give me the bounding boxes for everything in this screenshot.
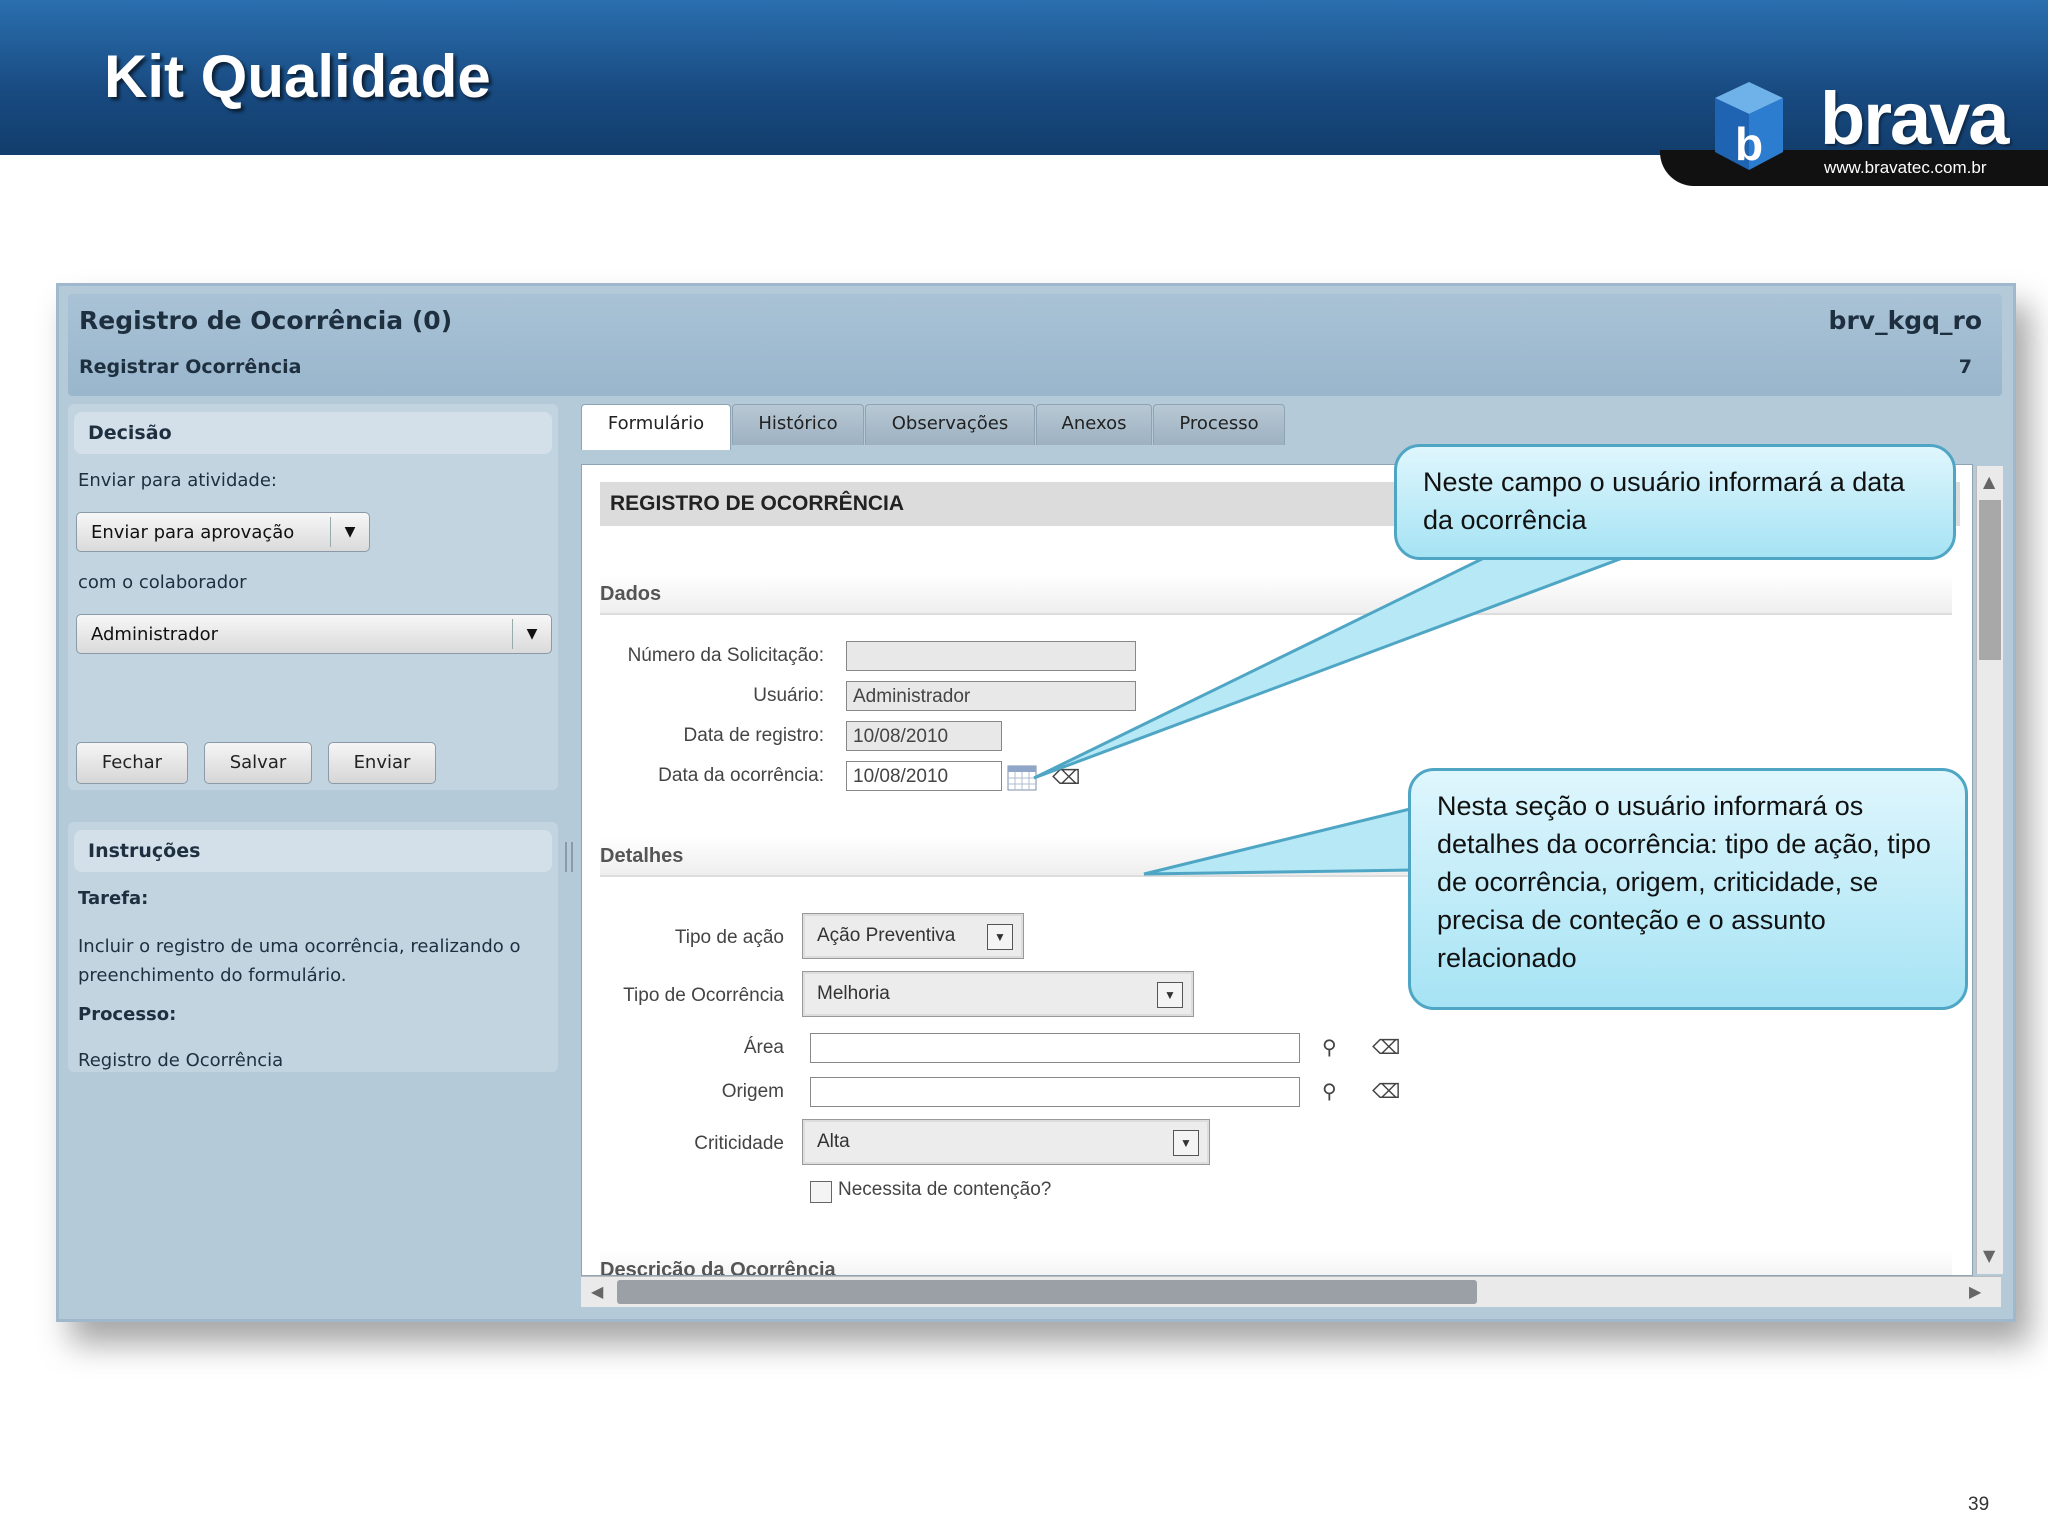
date-callout-pointer: [1033, 554, 1629, 780]
slide-number: 39: [1968, 1494, 1990, 1515]
date-callout: Neste campo o usuário informará a data d…: [1394, 444, 1956, 560]
details-callout-pointer: [1143, 806, 1416, 876]
details-callout: Nesta seção o usuário informará os detal…: [1408, 768, 1968, 1010]
